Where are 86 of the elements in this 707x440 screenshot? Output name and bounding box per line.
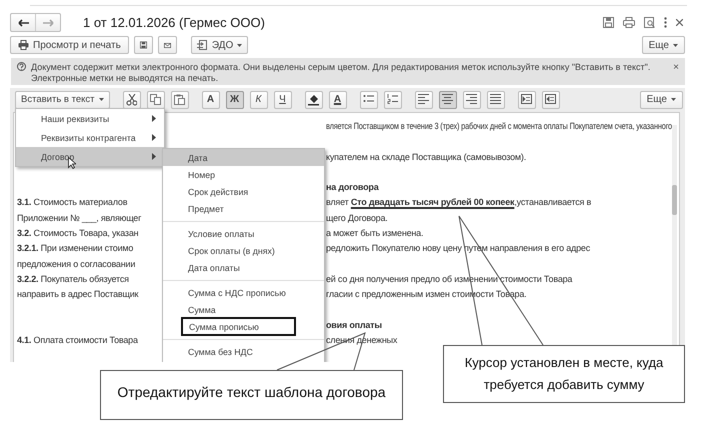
menu-item[interactable]: Условие оплаты <box>163 225 324 242</box>
floppy-icon <box>140 40 147 50</box>
menu-item[interactable]: Сумма без НДС <box>163 343 324 360</box>
left-arrow-icon <box>18 18 28 26</box>
document-text: Приложении № ___, являющег <box>17 212 142 225</box>
bold-button[interactable]: Ж <box>226 90 244 108</box>
print-preview-button[interactable]: Просмотр и печать <box>10 36 129 54</box>
font-button[interactable]: A <box>202 90 220 108</box>
document-text: купателем на складе Поставщика (самовывозом). <box>326 150 526 164</box>
font-color-button[interactable]: A <box>328 90 346 108</box>
fill-color-icon <box>308 94 319 106</box>
callout: Отредактируйте текст шаблона договора <box>100 370 403 420</box>
print-icon[interactable] <box>623 17 635 28</box>
save-icon[interactable] <box>603 17 614 28</box>
menu-item[interactable]: Дата <box>163 149 324 166</box>
callout: Курсор установлен в месте, куда требуется добавить сумму <box>443 345 685 403</box>
underline-button[interactable]: Ч <box>274 90 292 108</box>
outdent-button[interactable] <box>542 90 560 108</box>
align-left-button[interactable] <box>414 90 432 108</box>
numbered-list-icon <box>387 94 398 106</box>
cut-button[interactable] <box>122 90 140 108</box>
justify-icon <box>490 94 501 106</box>
more-button[interactable]: Еще <box>642 36 685 54</box>
menu-item[interactable]: Договор <box>16 147 164 166</box>
edo-button[interactable]: ЭДО <box>190 36 248 54</box>
document-text: направить в адрес Поставщик <box>17 288 138 302</box>
document-text: предложения о согласовании <box>17 258 136 271</box>
outdent-icon <box>545 94 556 106</box>
bulleted-list-button[interactable] <box>360 90 378 108</box>
indent-button[interactable] <box>518 90 536 108</box>
menu-item[interactable]: Номер <box>163 166 324 183</box>
help-icon <box>17 62 26 71</box>
insert-into-text-button[interactable]: Вставить в текст <box>15 90 110 108</box>
menu-item[interactable]: Дата оплаты <box>163 259 324 276</box>
menu-item[interactable]: Срок оплаты (в днях) <box>163 242 324 259</box>
menu-item[interactable]: Срок действия <box>163 183 324 200</box>
right-arrow-icon <box>42 18 54 26</box>
align-center-button[interactable] <box>438 90 456 108</box>
preview-icon[interactable] <box>644 17 655 28</box>
menu-item[interactable]: Сумма <box>163 301 324 318</box>
numbered-list-button[interactable] <box>384 90 402 108</box>
window-title: 1 от 12.01.2026 (Гермес ООО) <box>83 15 265 30</box>
section-heading: на договора <box>326 181 378 194</box>
document-text: 4.1. Оплата стоимости Товара <box>17 334 138 348</box>
email-button[interactable] <box>158 36 177 54</box>
indent-icon <box>521 94 532 106</box>
menu-item[interactable]: Сумма с НДС прописью <box>163 284 324 301</box>
caret-icon <box>98 98 104 101</box>
close-icon[interactable] <box>676 19 683 26</box>
align-right-button[interactable] <box>462 90 480 108</box>
cut-icon <box>126 94 137 106</box>
justify-button[interactable] <box>486 90 504 108</box>
scrollbar-thumb[interactable] <box>672 185 677 215</box>
printer-icon <box>18 40 29 50</box>
section-heading: овия оплаты <box>326 318 382 332</box>
more-button[interactable]: Еще <box>640 90 683 108</box>
save-button[interactable] <box>134 36 153 54</box>
document-text: щего Договора. <box>326 212 388 225</box>
copy-icon <box>150 94 161 106</box>
caret-icon <box>673 44 678 46</box>
document-exchange-icon <box>196 40 208 50</box>
document-text: вляет Сто двадцать тысяч рублей 00 копеек,устанавливается в <box>326 196 592 210</box>
info-message: Документ содержит метки электронного формата. Они выделены серым цветом. Для редактирования меток используйте кнопку "Вставить в текст". Электронные метки не выводятся на печать. <box>31 62 652 84</box>
caret-icon <box>237 44 242 46</box>
align-left-icon <box>418 94 429 106</box>
paste-icon <box>174 94 185 106</box>
caret-icon <box>671 98 676 101</box>
document-text: 3.2. Стоимость Товара, указан <box>17 227 138 240</box>
align-right-icon <box>466 94 477 106</box>
envelope-icon <box>164 42 171 48</box>
menu-item[interactable]: Реквизиты контрагента <box>16 128 164 147</box>
document-text: а может быть изменена. <box>326 227 424 240</box>
italic-button[interactable]: К <box>250 90 268 108</box>
document-text: 3.2.1. При изменении стоимо <box>17 242 134 256</box>
document-text: вляется Поставщиком в течение 3 (трех) рабочих дней с момента оплаты Покупателем счета, указанного <box>326 120 672 133</box>
fill-color-button[interactable] <box>304 90 322 108</box>
more-icon[interactable] <box>664 17 667 28</box>
close-button[interactable]: × <box>673 62 679 73</box>
copy-button[interactable] <box>146 90 164 108</box>
paste-button[interactable] <box>170 90 188 108</box>
document-text: 3.2.2. Покупатель обязуется <box>17 272 129 286</box>
menu-item[interactable]: Сумма прописью <box>181 317 296 336</box>
align-center-icon <box>442 94 453 106</box>
document-text: 3.1. Стоимость материалов <box>17 196 128 210</box>
menu-item[interactable]: Наши реквизиты <box>16 109 164 128</box>
menu-item[interactable]: Предмет <box>163 200 324 217</box>
